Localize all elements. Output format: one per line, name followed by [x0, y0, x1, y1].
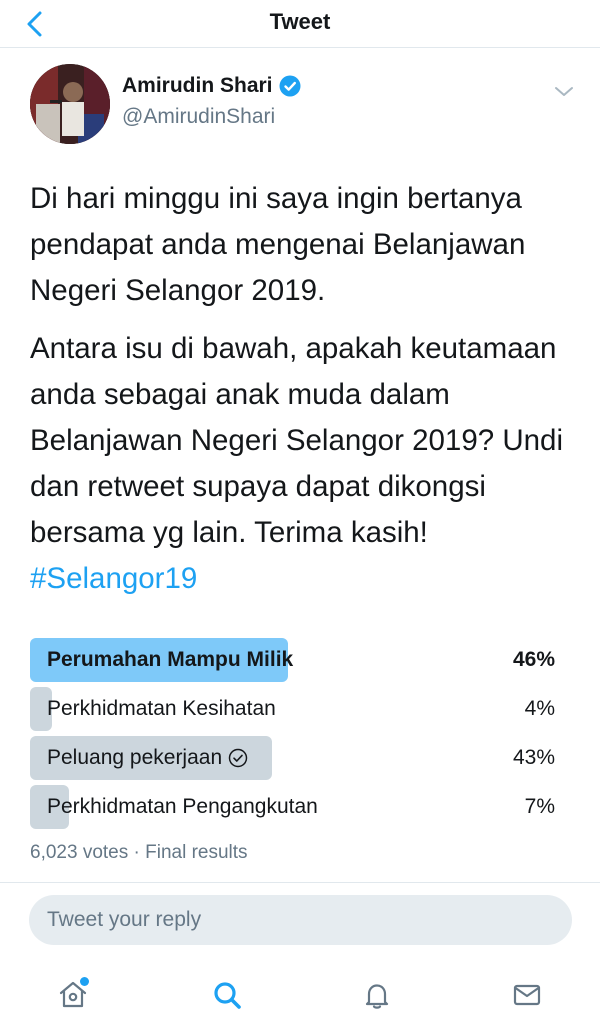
poll-option: Peluang pekerjaan 43%: [30, 736, 555, 780]
poll-option-text: Peluang pekerjaan: [47, 746, 223, 769]
tab-notifications[interactable]: [355, 973, 399, 1017]
bell-icon: [365, 984, 389, 1009]
poll-meta: 6,023 votes · Final results: [30, 842, 248, 863]
hashtag-link[interactable]: #Selangor19: [30, 556, 580, 602]
tweet-body: Di hari minggu ini saya ingin bertanya p…: [30, 176, 580, 602]
author-handle[interactable]: @AmirudinShari: [122, 105, 275, 129]
reply-placeholder: Tweet your reply: [47, 908, 202, 931]
poll-option-label: Peluang pekerjaan: [47, 746, 248, 770]
poll-option: Perkhidmatan Pengangkutan 7%: [30, 785, 555, 829]
tab-home[interactable]: [51, 973, 95, 1017]
divider: [0, 882, 600, 883]
tab-messages[interactable]: [505, 973, 549, 1017]
poll-option-percent: 43%: [512, 746, 555, 769]
voted-check-icon: [228, 748, 248, 768]
author-name[interactable]: Amirudin Shari: [122, 74, 273, 98]
search-icon: [214, 982, 241, 1009]
poll-option: Perkhidmatan Kesihatan 4%: [30, 687, 555, 731]
poll-option-label: Perkhidmatan Pengangkutan: [47, 795, 318, 819]
tweet-author: Amirudin Shari @AmirudinShari: [30, 64, 575, 146]
reply-input[interactable]: Tweet your reply: [29, 895, 572, 945]
notification-dot: [80, 977, 89, 986]
poll: Perumahan Mampu Milik 46% Perkhidmatan Kes…: [30, 638, 555, 834]
poll-option-text: Perumahan Mampu Milik: [47, 648, 294, 671]
tweet-paragraph: Antara isu di bawah, apakah keutamaan an…: [30, 332, 564, 549]
chevron-down-icon[interactable]: [553, 82, 575, 100]
poll-option-text: Perkhidmatan Kesihatan: [47, 697, 276, 720]
bottom-tab-bar: [0, 965, 600, 1029]
verified-badge-icon: [279, 75, 301, 97]
poll-option: Perumahan Mampu Milik 46%: [30, 638, 555, 682]
poll-option-label: Perumahan Mampu Milik: [47, 648, 293, 672]
top-nav-bar: Tweet: [0, 0, 600, 48]
poll-option-percent: 4%: [524, 697, 555, 720]
tab-search[interactable]: [205, 973, 249, 1017]
poll-option-label: Perkhidmatan Kesihatan: [47, 697, 276, 721]
avatar[interactable]: [30, 64, 110, 144]
page-title: Tweet: [269, 9, 331, 34]
poll-option-percent: 46%: [512, 648, 555, 671]
poll-option-percent: 7%: [524, 795, 555, 818]
poll-option-text: Perkhidmatan Pengangkutan: [47, 795, 318, 818]
mail-icon: [513, 984, 541, 1006]
tweet-paragraph: Di hari minggu ini saya ingin bertanya p…: [30, 182, 526, 307]
